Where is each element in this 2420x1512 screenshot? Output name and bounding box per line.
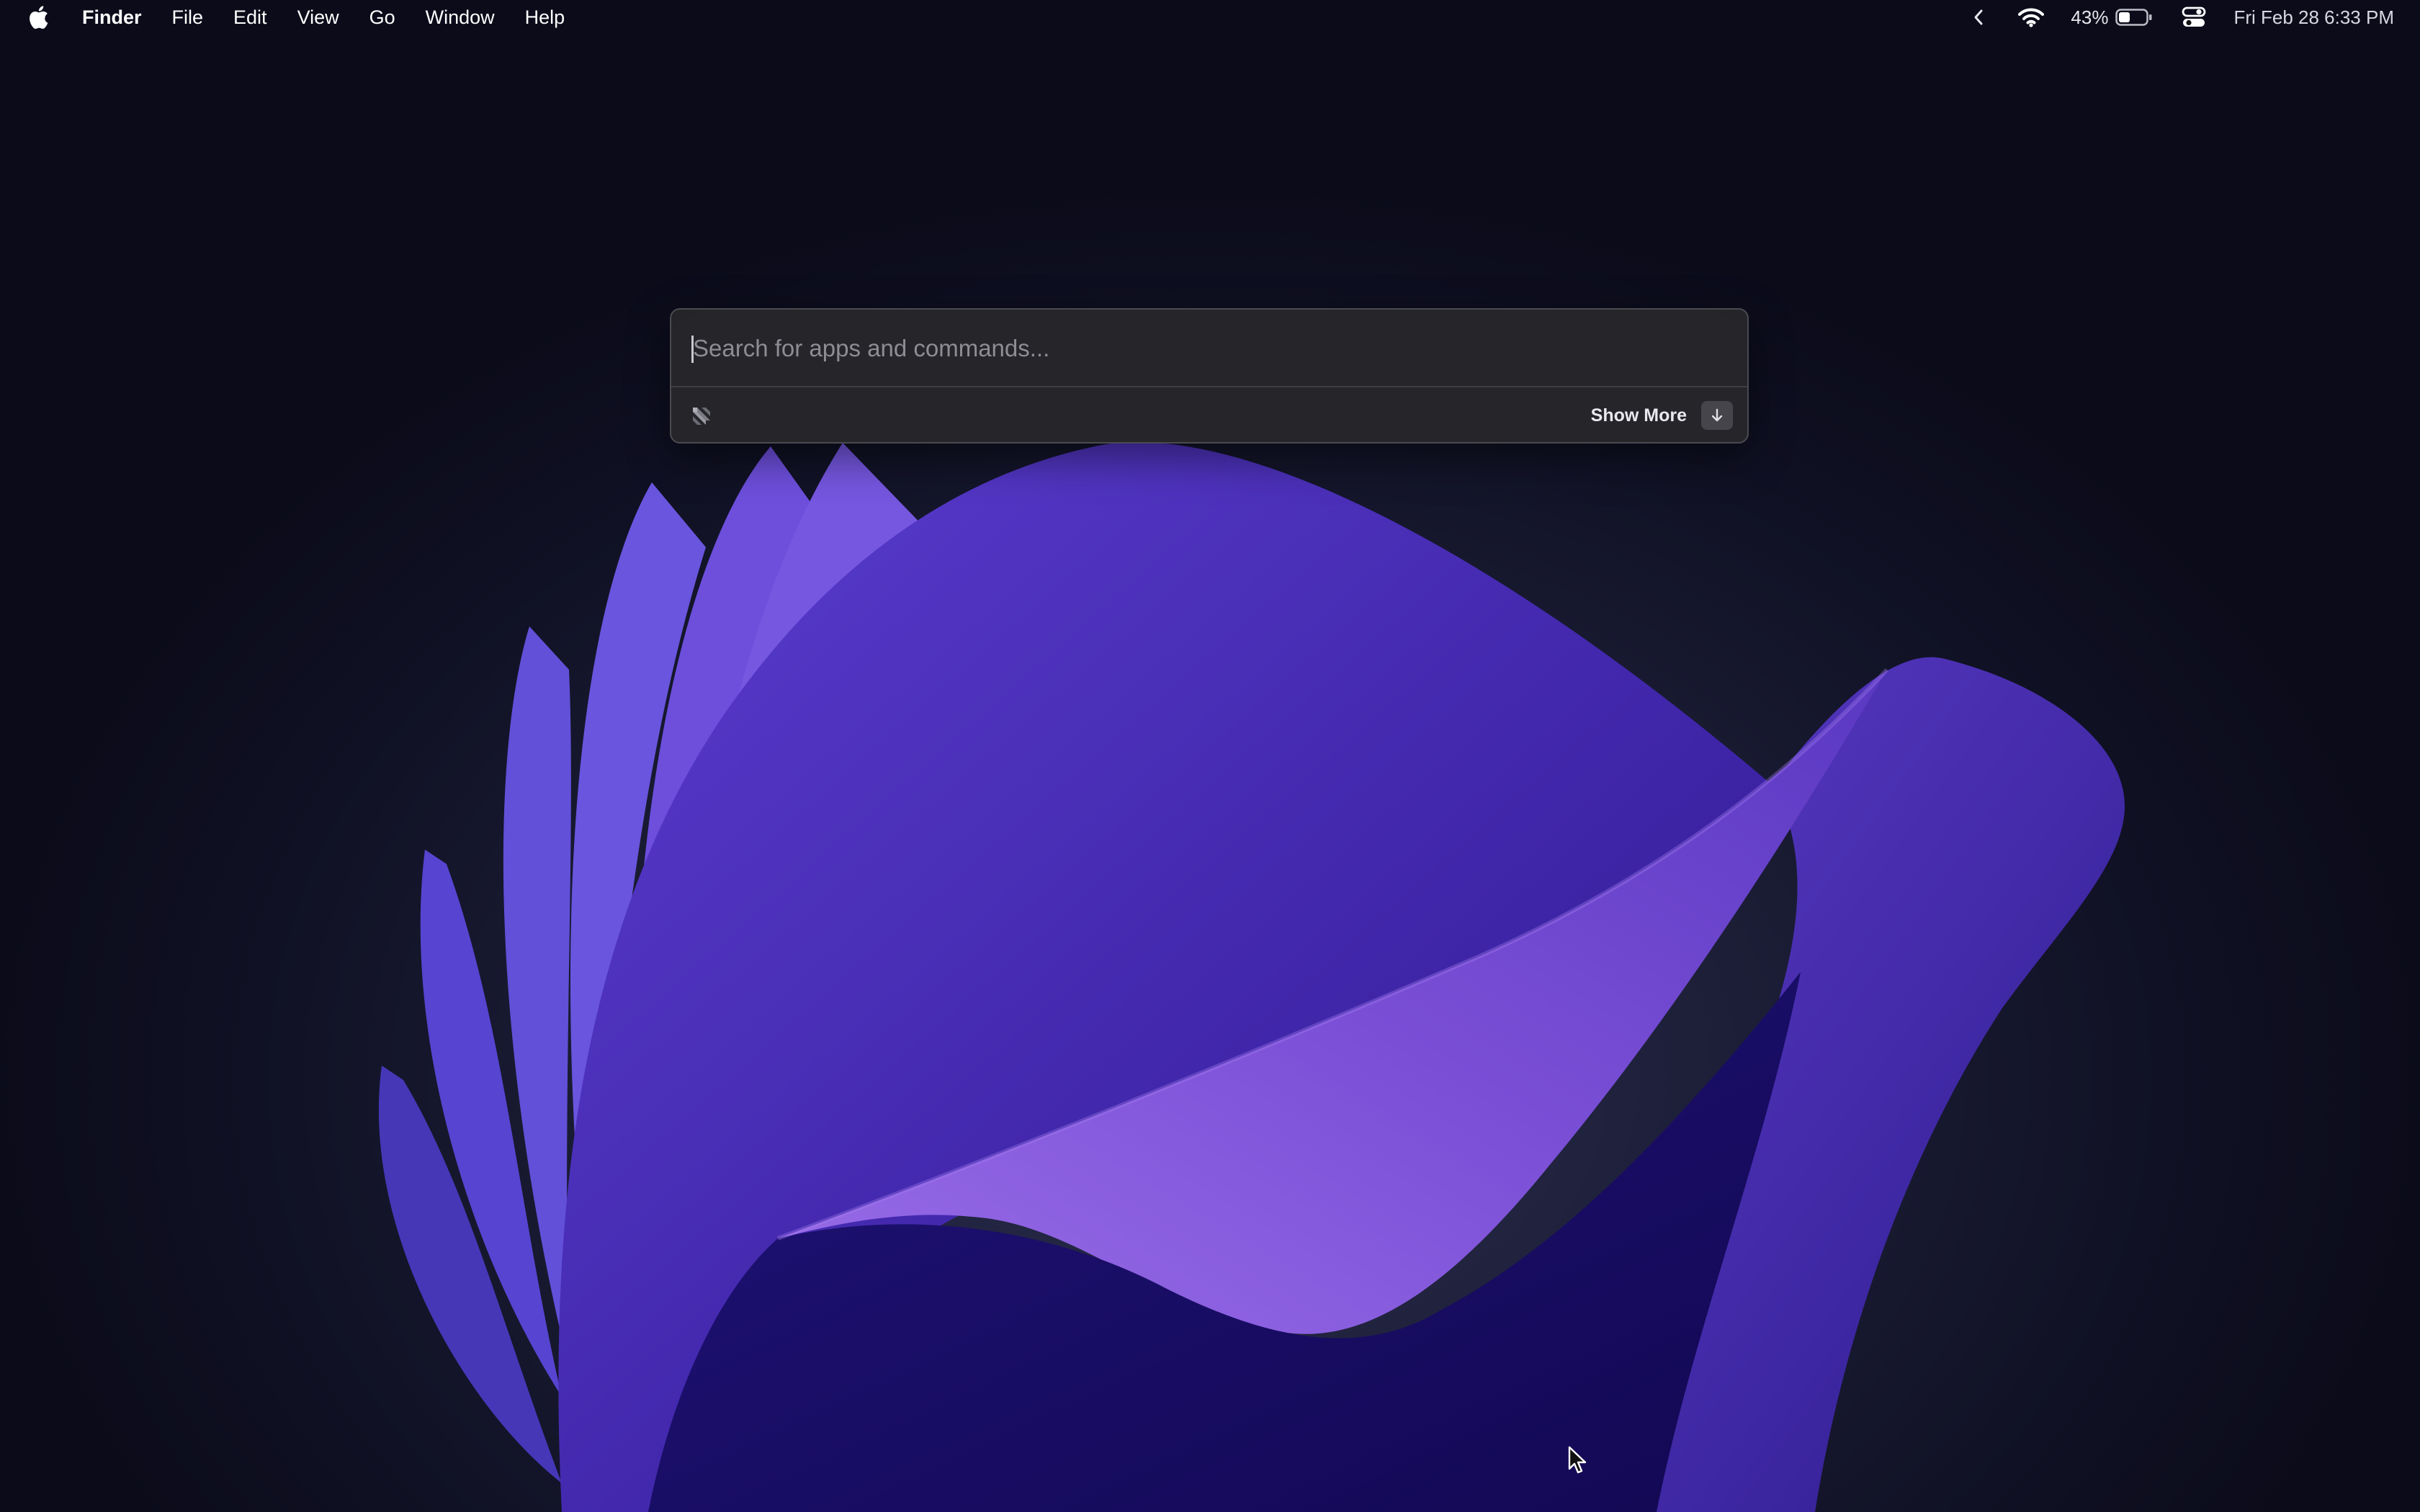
apple-logo-icon[interactable] bbox=[27, 5, 49, 30]
menu-bar-clock[interactable]: Fri Feb 28 6:33 PM bbox=[2233, 6, 2394, 29]
mouse-pointer-icon bbox=[1567, 1446, 1589, 1476]
raycast-icon[interactable] bbox=[687, 402, 716, 431]
menu-go[interactable]: Go bbox=[369, 0, 395, 35]
menu-help[interactable]: Help bbox=[525, 0, 565, 35]
control-center-icon[interactable] bbox=[2182, 6, 2206, 28]
launcher-panel: Show More bbox=[670, 308, 1749, 444]
show-more-button[interactable]: Show More bbox=[1591, 400, 1733, 431]
wallpaper-petals-art bbox=[378, 441, 2125, 1512]
battery-percentage: 43% bbox=[2071, 6, 2109, 28]
battery-icon[interactable] bbox=[2115, 8, 2153, 27]
menu-app-name[interactable]: Finder bbox=[82, 0, 142, 35]
wifi-icon[interactable] bbox=[2017, 6, 2045, 28]
action-bar: Show More bbox=[671, 387, 1747, 442]
search-row bbox=[671, 310, 1747, 387]
menu-window[interactable]: Window bbox=[426, 0, 495, 35]
menu-bar-left: Finder File Edit View Go Window Help bbox=[0, 0, 595, 35]
menu-file[interactable]: File bbox=[172, 0, 204, 35]
desktop-wallpaper bbox=[0, 0, 2420, 1512]
menu-edit[interactable]: Edit bbox=[233, 0, 267, 35]
arrow-down-icon bbox=[1701, 401, 1733, 430]
show-more-label: Show More bbox=[1590, 405, 1687, 426]
menu-bar-status: 43% Fri Feb 28 6:33 PM bbox=[1971, 0, 2394, 35]
chevron-left-icon[interactable] bbox=[1971, 6, 1986, 28]
menu-bar: Finder File Edit View Go Window Help 43% bbox=[0, 0, 2420, 35]
search-input[interactable] bbox=[693, 325, 1716, 372]
menu-view[interactable]: View bbox=[297, 0, 339, 35]
